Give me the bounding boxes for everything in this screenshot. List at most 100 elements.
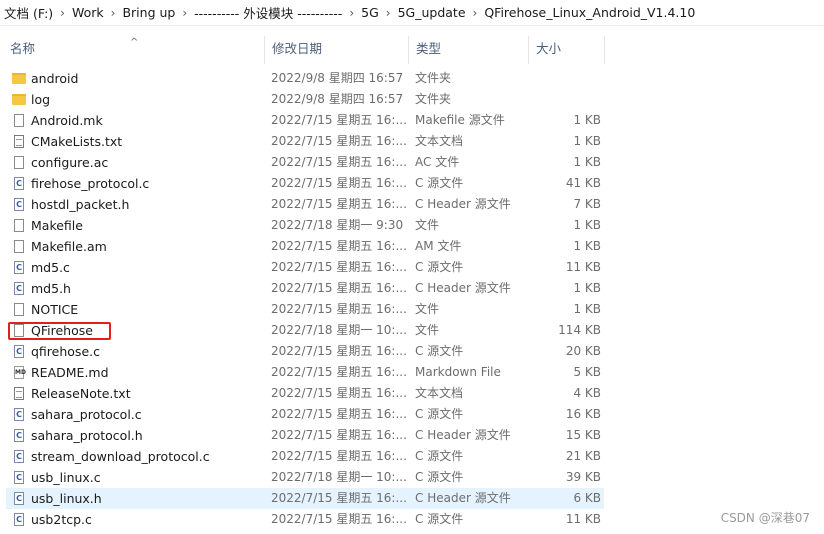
file-name: hostdl_packet.h (31, 197, 130, 212)
file-row[interactable]: MD README.md 2022/7/15 星期五 16:... Markdown … (6, 362, 604, 383)
file-date: 2022/7/15 星期五 16:... (271, 113, 407, 127)
file-icon-glyph (14, 156, 24, 169)
file-type: 文件夹 (415, 92, 452, 106)
file-row[interactable]: CMakeLists.txt 2022/7/15 星期五 16:... 文本文档 1 … (6, 131, 604, 152)
c-file-icon-glyph: C (14, 177, 24, 190)
breadcrumb-item[interactable]: 文档 (F:) (0, 3, 57, 22)
file-row[interactable]: Cmd5.c 2022/7/15 星期五 16:... C 源文件 11 KB (6, 257, 604, 278)
breadcrumb-item[interactable]: Bring up (118, 5, 179, 20)
file-size: 15 KB (565, 428, 601, 442)
file-date: 2022/9/8 星期四 16:57 (271, 71, 404, 85)
file-icon-glyph (14, 240, 24, 253)
file-type: C 源文件 (415, 176, 464, 190)
breadcrumb-chevron-icon[interactable]: › (383, 6, 394, 20)
breadcrumb-chevron-icon[interactable]: › (57, 6, 68, 20)
column-header-date[interactable]: 修改日期 (264, 34, 409, 64)
file-row[interactable]: Cusb_linux.c 2022/7/18 星期一 10:... C 源文件 39 … (6, 467, 604, 488)
column-header-type[interactable]: 类型 (408, 34, 528, 64)
column-header-name[interactable]: 名称 ^ (2, 34, 264, 64)
file-name: android (31, 71, 79, 86)
file-name: configure.ac (31, 155, 109, 170)
file-type: 文件 (415, 218, 440, 232)
breadcrumb-item[interactable]: Work (68, 5, 108, 20)
file-date: 2022/7/15 星期五 16:... (271, 407, 407, 421)
breadcrumb-item[interactable]: ---------- 外设模块 ---------- (190, 3, 346, 22)
file-type: AM 文件 (415, 239, 462, 253)
file-size: 1 KB (573, 113, 601, 127)
file-date: 2022/7/15 星期五 16:... (271, 260, 407, 274)
c-file-icon-glyph: C (14, 282, 24, 295)
c-file-icon-glyph: C (14, 198, 24, 211)
file-name: Makefile (31, 218, 83, 233)
file-date: 2022/7/18 星期一 9:30 (271, 218, 404, 232)
file-row[interactable]: NOTICE 2022/7/15 星期五 16:... 文件 1 KB (6, 299, 604, 320)
file-row[interactable]: Chostdl_packet.h 2022/7/15 星期五 16:... C He… (6, 194, 604, 215)
breadcrumb-item[interactable]: 5G (357, 5, 383, 20)
file-icon-glyph (14, 114, 24, 127)
file-icon-glyph (14, 219, 24, 232)
breadcrumb-chevron-icon[interactable]: › (179, 6, 190, 20)
file-type: C Header 源文件 (415, 281, 511, 295)
markdown-file-icon-glyph: MD (14, 366, 26, 379)
folder-icon (12, 68, 26, 89)
c-file-icon: C (12, 194, 26, 215)
column-header-size[interactable]: 大小 (528, 34, 604, 64)
file-size: 5 KB (573, 365, 601, 379)
text-file-icon-glyph (14, 135, 24, 148)
file-row[interactable]: log 2022/9/8 星期四 16:57 文件夹 (6, 89, 604, 110)
file-name: README.md (31, 365, 109, 380)
file-row[interactable]: Csahara_protocol.c 2022/7/15 星期五 16:... C … (6, 404, 604, 425)
file-size: 1 KB (573, 302, 601, 316)
file-row[interactable]: android 2022/9/8 星期四 16:57 文件夹 (6, 68, 604, 89)
file-row[interactable]: Cfirehose_protocol.c 2022/7/15 星期五 16:...… (6, 173, 604, 194)
file-size: 21 KB (565, 449, 601, 463)
c-file-icon: C (12, 257, 26, 278)
c-file-icon-glyph: C (14, 450, 24, 463)
breadcrumb-item[interactable]: QFirehose_Linux_Android_V1.4.10 (480, 5, 699, 20)
file-date: 2022/7/15 星期五 16:... (271, 428, 407, 442)
column-header-date-label: 修改日期 (272, 41, 323, 56)
column-divider[interactable] (604, 36, 605, 64)
file-icon (12, 299, 26, 320)
file-row[interactable]: Cusb2tcp.c 2022/7/15 星期五 16:... C 源文件 11 KB (6, 509, 604, 530)
file-row[interactable]: Cqfirehose.c 2022/7/15 星期五 16:... C 源文件 20 … (6, 341, 604, 362)
breadcrumb-chevron-icon[interactable]: › (346, 6, 357, 20)
file-type: C Header 源文件 (415, 428, 511, 442)
file-row[interactable]: configure.ac 2022/7/15 星期五 16:... AC 文件 1 K… (6, 152, 604, 173)
folder-icon (12, 89, 26, 110)
c-file-icon: C (12, 404, 26, 425)
file-size: 41 KB (565, 176, 601, 190)
file-row[interactable]: Makefile.am 2022/7/15 星期五 16:... AM 文件 1 KB (6, 236, 604, 257)
file-name: firehose_protocol.c (31, 176, 150, 191)
breadcrumb-chevron-icon[interactable]: › (108, 6, 119, 20)
file-date: 2022/7/15 星期五 16:... (271, 239, 407, 253)
file-date: 2022/7/15 星期五 16:... (271, 344, 407, 358)
file-row[interactable]: Csahara_protocol.h 2022/7/15 星期五 16:... C … (6, 425, 604, 446)
c-file-icon-glyph: C (14, 471, 24, 484)
file-size: 1 KB (573, 134, 601, 148)
c-file-icon: C (12, 173, 26, 194)
file-row[interactable]: Cstream_download_protocol.c 2022/7/15 星期五… (6, 446, 604, 467)
file-name: sahara_protocol.c (31, 407, 142, 422)
breadcrumb-chevron-icon[interactable]: › (470, 6, 481, 20)
c-file-icon: C (12, 341, 26, 362)
file-date: 2022/7/15 星期五 16:... (271, 386, 407, 400)
file-row[interactable]: Android.mk 2022/7/15 星期五 16:... Makefile 源… (6, 110, 604, 131)
file-date: 2022/7/15 星期五 16:... (271, 491, 407, 505)
text-file-icon-glyph (14, 387, 24, 400)
file-size: 20 KB (565, 344, 601, 358)
file-date: 2022/7/15 星期五 16:... (271, 176, 407, 190)
file-type: C 源文件 (415, 344, 464, 358)
file-icon (12, 110, 26, 131)
file-size: 7 KB (573, 197, 601, 211)
file-name: usb2tcp.c (31, 512, 92, 527)
file-row[interactable]: ReleaseNote.txt 2022/7/15 星期五 16:... 文本文档 4… (6, 383, 604, 404)
file-row[interactable]: Makefile 2022/7/18 星期一 9:30 文件 1 KB (6, 215, 604, 236)
breadcrumb-item[interactable]: 5G_update (394, 5, 470, 20)
file-date: 2022/7/15 星期五 16:... (271, 155, 407, 169)
file-row[interactable]: Cusb_linux.h 2022/7/15 星期五 16:... C Header… (6, 488, 604, 509)
file-size (534, 68, 601, 89)
watermark: CSDN @深巷07 (720, 511, 810, 525)
file-row[interactable]: Cmd5.h 2022/7/15 星期五 16:... C Header 源文件 1 … (6, 278, 604, 299)
file-size: 114 KB (558, 323, 601, 337)
